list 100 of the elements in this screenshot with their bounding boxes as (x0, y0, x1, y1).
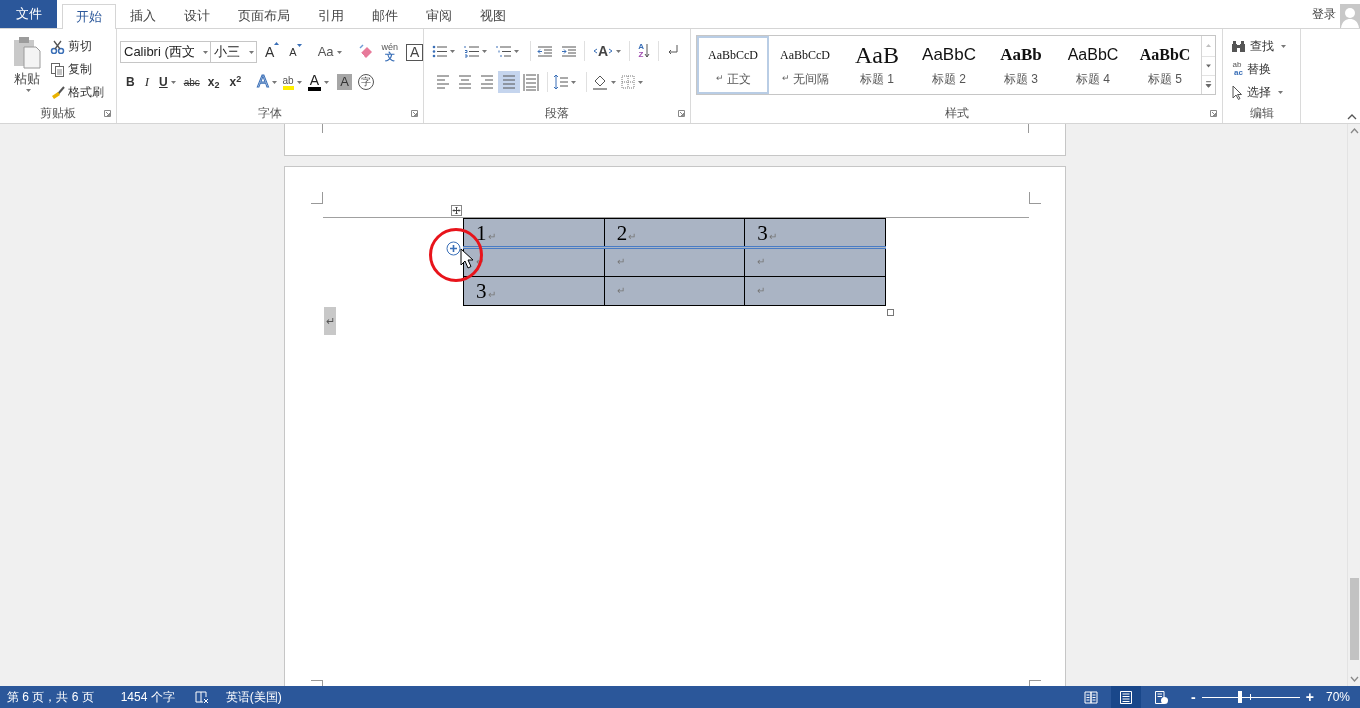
style-name: 标题 3 (1004, 71, 1038, 88)
style-preview: AaBbCcD (708, 47, 758, 64)
decrease-indent-icon[interactable] (537, 44, 552, 58)
dialog-launcher-icon[interactable] (104, 109, 111, 117)
style-item[interactable]: AaBbC 标题 4 (1057, 36, 1129, 94)
strikethrough-button[interactable]: abc (181, 74, 202, 90)
zoom-level[interactable]: 70% (1325, 688, 1350, 706)
style-item[interactable]: AaB 标题 1 (841, 36, 913, 94)
grow-font-button[interactable]: A (263, 41, 282, 63)
move-handle-icon[interactable] (451, 205, 462, 216)
binoculars-icon (1231, 39, 1246, 53)
paint-bucket-icon[interactable] (592, 74, 608, 90)
line-spacing-icon[interactable] (553, 74, 568, 90)
ribbon-tab[interactable]: 引用 (304, 3, 358, 28)
bold-button[interactable]: B (122, 73, 139, 91)
file-tab[interactable]: 文件 (0, 0, 57, 28)
caret-icon[interactable] (170, 80, 176, 84)
character-shading-button[interactable]: A (337, 74, 353, 90)
scroll-up-icon[interactable] (1349, 126, 1359, 136)
style-item[interactable]: AaBbC 标题 2 (913, 36, 985, 94)
underline-button[interactable]: U (155, 73, 180, 91)
language-indicator[interactable]: 英语(美国) (225, 688, 282, 706)
highlight-button[interactable]: ab (280, 74, 304, 90)
proofing-icon[interactable] (194, 690, 209, 704)
paragraph-mark: ↵ (487, 230, 496, 244)
zoom-in-button[interactable]: + (1305, 686, 1314, 708)
ribbon-tab[interactable]: 审阅 (412, 3, 466, 28)
ribbon-tab[interactable]: 设计 (170, 3, 224, 28)
cut-button[interactable]: 剪切 (50, 35, 104, 57)
style-item[interactable]: AaBbC 标题 5 (1129, 36, 1201, 94)
character-border-button[interactable]: A (406, 43, 423, 61)
caret-icon[interactable] (638, 80, 643, 84)
style-item[interactable]: AaBbCcD ↵ 正文 (697, 36, 769, 94)
eraser-icon[interactable] (357, 44, 374, 60)
distributed-button[interactable] (520, 71, 542, 93)
caret-icon[interactable] (571, 80, 576, 84)
numbering-icon[interactable] (464, 44, 479, 58)
caret-icon[interactable] (271, 80, 277, 84)
caret-icon[interactable] (249, 50, 254, 54)
style-preview: AaBbC (1139, 45, 1191, 65)
format-painter-button[interactable]: 格式刷 (50, 81, 104, 103)
resize-handle[interactable] (887, 309, 894, 316)
bullets-icon[interactable] (432, 44, 447, 58)
caret-icon[interactable] (482, 49, 487, 53)
paragraph-mark: ↵ (487, 288, 496, 302)
caret-icon[interactable] (26, 88, 31, 92)
ribbon-tab[interactable]: 视图 (466, 3, 520, 28)
arrow-down-icon (643, 44, 650, 58)
ribbon-tab[interactable]: 邮件 (358, 3, 412, 28)
caret-icon[interactable] (514, 49, 519, 53)
sign-in-link[interactable]: 登录 (1312, 5, 1336, 23)
insert-row-icon[interactable] (446, 241, 461, 256)
ribbon-tab[interactable]: 插入 (116, 3, 170, 28)
caret-icon[interactable] (1278, 90, 1283, 94)
paintbrush-icon (50, 84, 65, 100)
caret-icon[interactable] (203, 50, 208, 54)
copy-button[interactable]: 复制 (50, 58, 104, 80)
increase-indent-icon[interactable] (561, 44, 576, 58)
caret-icon[interactable] (450, 49, 455, 53)
chinese-layout-button[interactable]: A (593, 40, 622, 62)
script-button[interactable]: x$_{2}$ (203, 73, 224, 91)
style-item[interactable]: AaBb 标题 3 (985, 36, 1057, 94)
justify-icon (501, 73, 517, 91)
script-button[interactable]: x$^{2}$ (225, 73, 246, 91)
ribbon-tab[interactable]: 页面布局 (224, 3, 304, 28)
caret-icon[interactable] (611, 80, 616, 84)
paste-button[interactable]: 粘贴 (8, 35, 46, 103)
zoom-slider-thumb[interactable] (1238, 691, 1243, 703)
select-button[interactable]: 选择 (1231, 81, 1300, 103)
caret-icon[interactable] (616, 49, 622, 53)
change-case-button[interactable]: Aa (315, 42, 344, 62)
zoom-out-button[interactable]: - (1191, 686, 1196, 708)
dialog-launcher-icon[interactable] (411, 109, 418, 117)
page-count[interactable]: 第 6 页，共 6 页 (7, 688, 94, 706)
ribbon-tab[interactable]: 开始 (62, 4, 116, 29)
caret-icon[interactable] (324, 80, 330, 84)
multilevel-list-icon[interactable] (496, 44, 511, 58)
view-button[interactable] (1111, 686, 1142, 708)
scroll-down-icon[interactable] (1349, 674, 1359, 684)
read-mode-icon (1084, 689, 1099, 705)
dialog-launcher-icon[interactable] (678, 109, 685, 117)
font-size-field[interactable]: 小三 (211, 41, 257, 63)
style-item[interactable]: AaBbCcD ↵ 无间隔 (769, 36, 841, 94)
dialog-launcher-icon[interactable] (1210, 109, 1217, 117)
zoom-slider[interactable] (1201, 691, 1300, 703)
web-layout-icon (1154, 689, 1169, 705)
word-count[interactable]: 1454 个字 (120, 688, 175, 706)
caret-icon[interactable] (336, 50, 342, 54)
phonetic-guide-button[interactable]: wén 文 (379, 43, 401, 61)
caret-icon[interactable] (296, 80, 302, 84)
font-name-field[interactable]: Calibri (西文 (120, 41, 211, 63)
caret-icon[interactable] (1281, 44, 1286, 48)
font-color-button[interactable]: A (305, 73, 332, 91)
collapse-ribbon-icon[interactable] (1347, 114, 1357, 120)
scrollbar-thumb[interactable] (1349, 578, 1359, 660)
find-button[interactable]: 查找 (1231, 35, 1300, 57)
italic-button[interactable]: I (140, 72, 153, 92)
shrink-font-button[interactable]: A (287, 43, 304, 61)
cell-text: 3 (476, 280, 487, 302)
sort-button[interactable]: A Z (638, 43, 650, 59)
